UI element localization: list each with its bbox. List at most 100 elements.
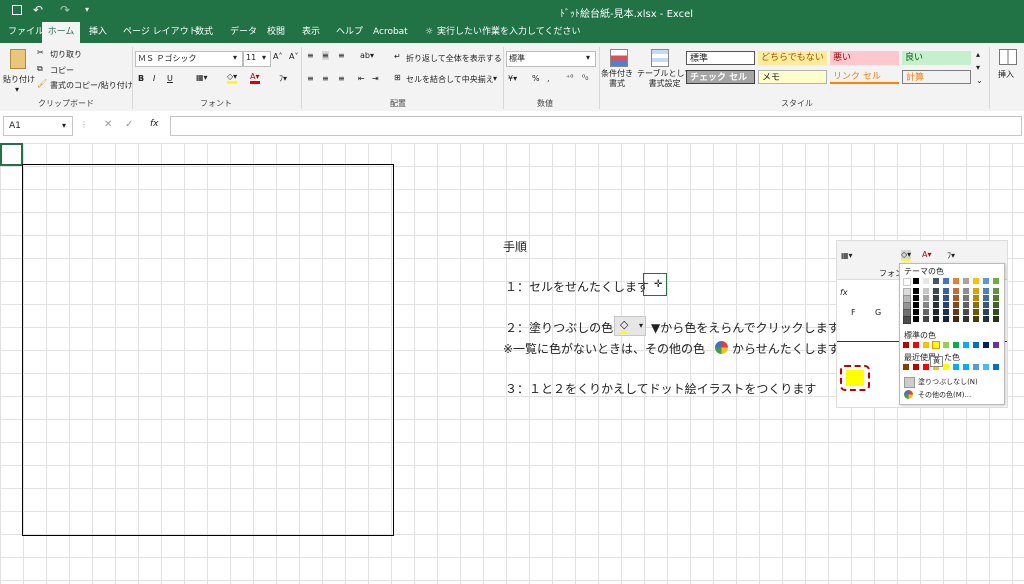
currency-icon[interactable]: ¥▾	[508, 74, 517, 83]
style-note[interactable]: メモ	[758, 70, 827, 84]
theme-color-swatch[interactable]	[923, 316, 929, 322]
theme-color-swatch[interactable]	[943, 316, 949, 322]
tell-me-box[interactable]: 実行したい作業を入力してください	[437, 22, 580, 43]
cancel-icon[interactable]: ✕	[104, 119, 112, 130]
insert-function-icon[interactable]: fx	[150, 119, 159, 129]
standard-color-swatch[interactable]	[953, 342, 959, 348]
theme-color-swatch[interactable]	[963, 295, 969, 301]
theme-color-swatch[interactable]	[963, 302, 969, 308]
align-right-icon[interactable]: ≡	[338, 74, 345, 83]
theme-color-swatch[interactable]	[933, 295, 939, 301]
theme-color-swatch[interactable]	[943, 295, 949, 301]
theme-color-swatch[interactable]	[913, 309, 919, 315]
styles-scroll-up-icon[interactable]: ▴	[976, 50, 980, 59]
underline-icon[interactable]: U	[167, 74, 173, 83]
theme-color-swatch[interactable]	[973, 295, 979, 301]
standard-color-swatch[interactable]	[973, 342, 979, 348]
save-icon[interactable]	[12, 5, 22, 15]
name-box[interactable]: A1 ▾	[3, 116, 73, 136]
theme-color-swatch[interactable]	[993, 278, 999, 284]
recent-color-swatch[interactable]	[913, 364, 919, 370]
increase-decimal-icon[interactable]: ⁺⁰	[566, 73, 573, 82]
theme-color-swatch[interactable]	[913, 316, 919, 322]
theme-color-swatch[interactable]	[933, 278, 939, 284]
format-as-table-button[interactable]: テーブルとして 書式設定	[637, 47, 692, 95]
recent-color-swatch[interactable]	[993, 364, 999, 370]
percent-icon[interactable]: %	[532, 74, 540, 83]
theme-color-swatch[interactable]	[993, 316, 999, 322]
indent-decrease-icon[interactable]: ⇤	[358, 74, 365, 83]
theme-color-swatch[interactable]	[913, 288, 919, 294]
theme-color-swatch[interactable]	[953, 302, 959, 308]
tab-view[interactable]: 表示	[302, 22, 320, 43]
theme-color-swatch[interactable]	[933, 309, 939, 315]
theme-color-swatch[interactable]	[983, 309, 989, 315]
recent-color-swatch[interactable]	[953, 364, 959, 370]
style-linked-cell[interactable]: リンク セル	[830, 70, 899, 84]
style-calculation[interactable]: 計算	[902, 70, 971, 84]
theme-color-swatch[interactable]	[923, 302, 929, 308]
orientation-icon[interactable]: ab▾	[360, 51, 374, 60]
theme-color-swatch[interactable]	[963, 278, 969, 284]
enter-icon[interactable]: ✓	[125, 119, 133, 130]
italic-icon[interactable]: I	[153, 74, 155, 83]
align-bottom-icon[interactable]: ≡	[338, 51, 345, 60]
tab-help[interactable]: ヘルプ	[336, 22, 363, 43]
comma-icon[interactable]: ,	[547, 74, 550, 83]
theme-color-swatch[interactable]	[943, 309, 949, 315]
copy-button[interactable]: コピー	[50, 65, 74, 76]
formula-input[interactable]	[170, 116, 1022, 136]
theme-color-swatch[interactable]	[983, 302, 989, 308]
align-middle-icon[interactable]: ≡	[322, 51, 329, 60]
theme-color-swatch[interactable]	[983, 288, 989, 294]
merge-center-button[interactable]: セルを結合して中央揃え	[406, 74, 494, 85]
decrease-decimal-icon[interactable]: ⁰₀	[582, 73, 588, 82]
standard-color-swatch[interactable]	[983, 342, 989, 348]
standard-color-swatch[interactable]	[963, 342, 969, 348]
font-size-select[interactable]: 11 ▾	[243, 51, 271, 67]
grow-font-icon[interactable]: A˄	[273, 52, 282, 61]
theme-color-swatch[interactable]	[943, 302, 949, 308]
tab-page-layout[interactable]: ページ レイアウト	[123, 22, 198, 43]
theme-color-swatch[interactable]	[943, 278, 949, 284]
theme-color-swatch[interactable]	[963, 316, 969, 322]
theme-color-swatch[interactable]	[943, 288, 949, 294]
theme-color-swatch[interactable]	[963, 288, 969, 294]
wrap-text-button[interactable]: 折り返して全体を表示する	[406, 53, 502, 64]
worksheet-grid[interactable]: 手順 １：セルをせんたくします ✛ ２：塗りつぶしの色 ◇ ▾ ▼から色をえらん…	[0, 143, 1024, 584]
style-normal[interactable]: 標準	[686, 51, 755, 65]
font-color-icon[interactable]: A▾	[250, 72, 260, 84]
tab-review[interactable]: 校閲	[267, 22, 285, 43]
border-icon[interactable]: ▦▾	[196, 73, 208, 82]
phonetic-icon[interactable]: ﾌ▾	[279, 73, 287, 84]
theme-color-swatch[interactable]	[963, 309, 969, 315]
font-name-select[interactable]: ＭＳ Ｐゴシック ▾	[135, 51, 243, 67]
align-left-icon[interactable]: ≡	[307, 74, 314, 83]
style-check-cell[interactable]: チェック セル	[686, 70, 755, 84]
theme-color-swatch[interactable]	[933, 288, 939, 294]
conditional-formatting-button[interactable]: 条件付き 書式	[601, 47, 635, 95]
recent-color-swatch[interactable]	[973, 364, 979, 370]
standard-color-swatch[interactable]	[932, 341, 940, 349]
recent-color-swatch[interactable]	[983, 364, 989, 370]
chevron-down-icon[interactable]: ▾	[493, 74, 497, 83]
number-format-select[interactable]: 標準 ▾	[506, 51, 596, 67]
theme-color-swatch[interactable]	[993, 302, 999, 308]
theme-color-swatch[interactable]	[993, 309, 999, 315]
tab-acrobat[interactable]: Acrobat	[373, 22, 408, 43]
cut-button[interactable]: 切り取り	[50, 49, 82, 60]
theme-color-swatch[interactable]	[953, 316, 959, 322]
theme-color-swatch[interactable]	[913, 295, 919, 301]
insert-cells-button[interactable]: 挿入	[994, 47, 1020, 95]
tab-file[interactable]: ファイル	[8, 22, 44, 43]
active-cell-a1[interactable]	[0, 143, 23, 166]
tab-insert[interactable]: 挿入	[89, 22, 107, 43]
align-center-icon[interactable]: ≡	[322, 74, 329, 83]
theme-color-swatch[interactable]	[993, 288, 999, 294]
format-painter-button[interactable]: 書式のコピー/貼り付け	[50, 80, 133, 91]
theme-color-swatch[interactable]	[993, 295, 999, 301]
tab-data[interactable]: データ	[230, 22, 257, 43]
standard-color-swatch[interactable]	[923, 342, 929, 348]
theme-color-swatch[interactable]	[903, 316, 911, 324]
theme-color-swatch[interactable]	[913, 278, 919, 284]
